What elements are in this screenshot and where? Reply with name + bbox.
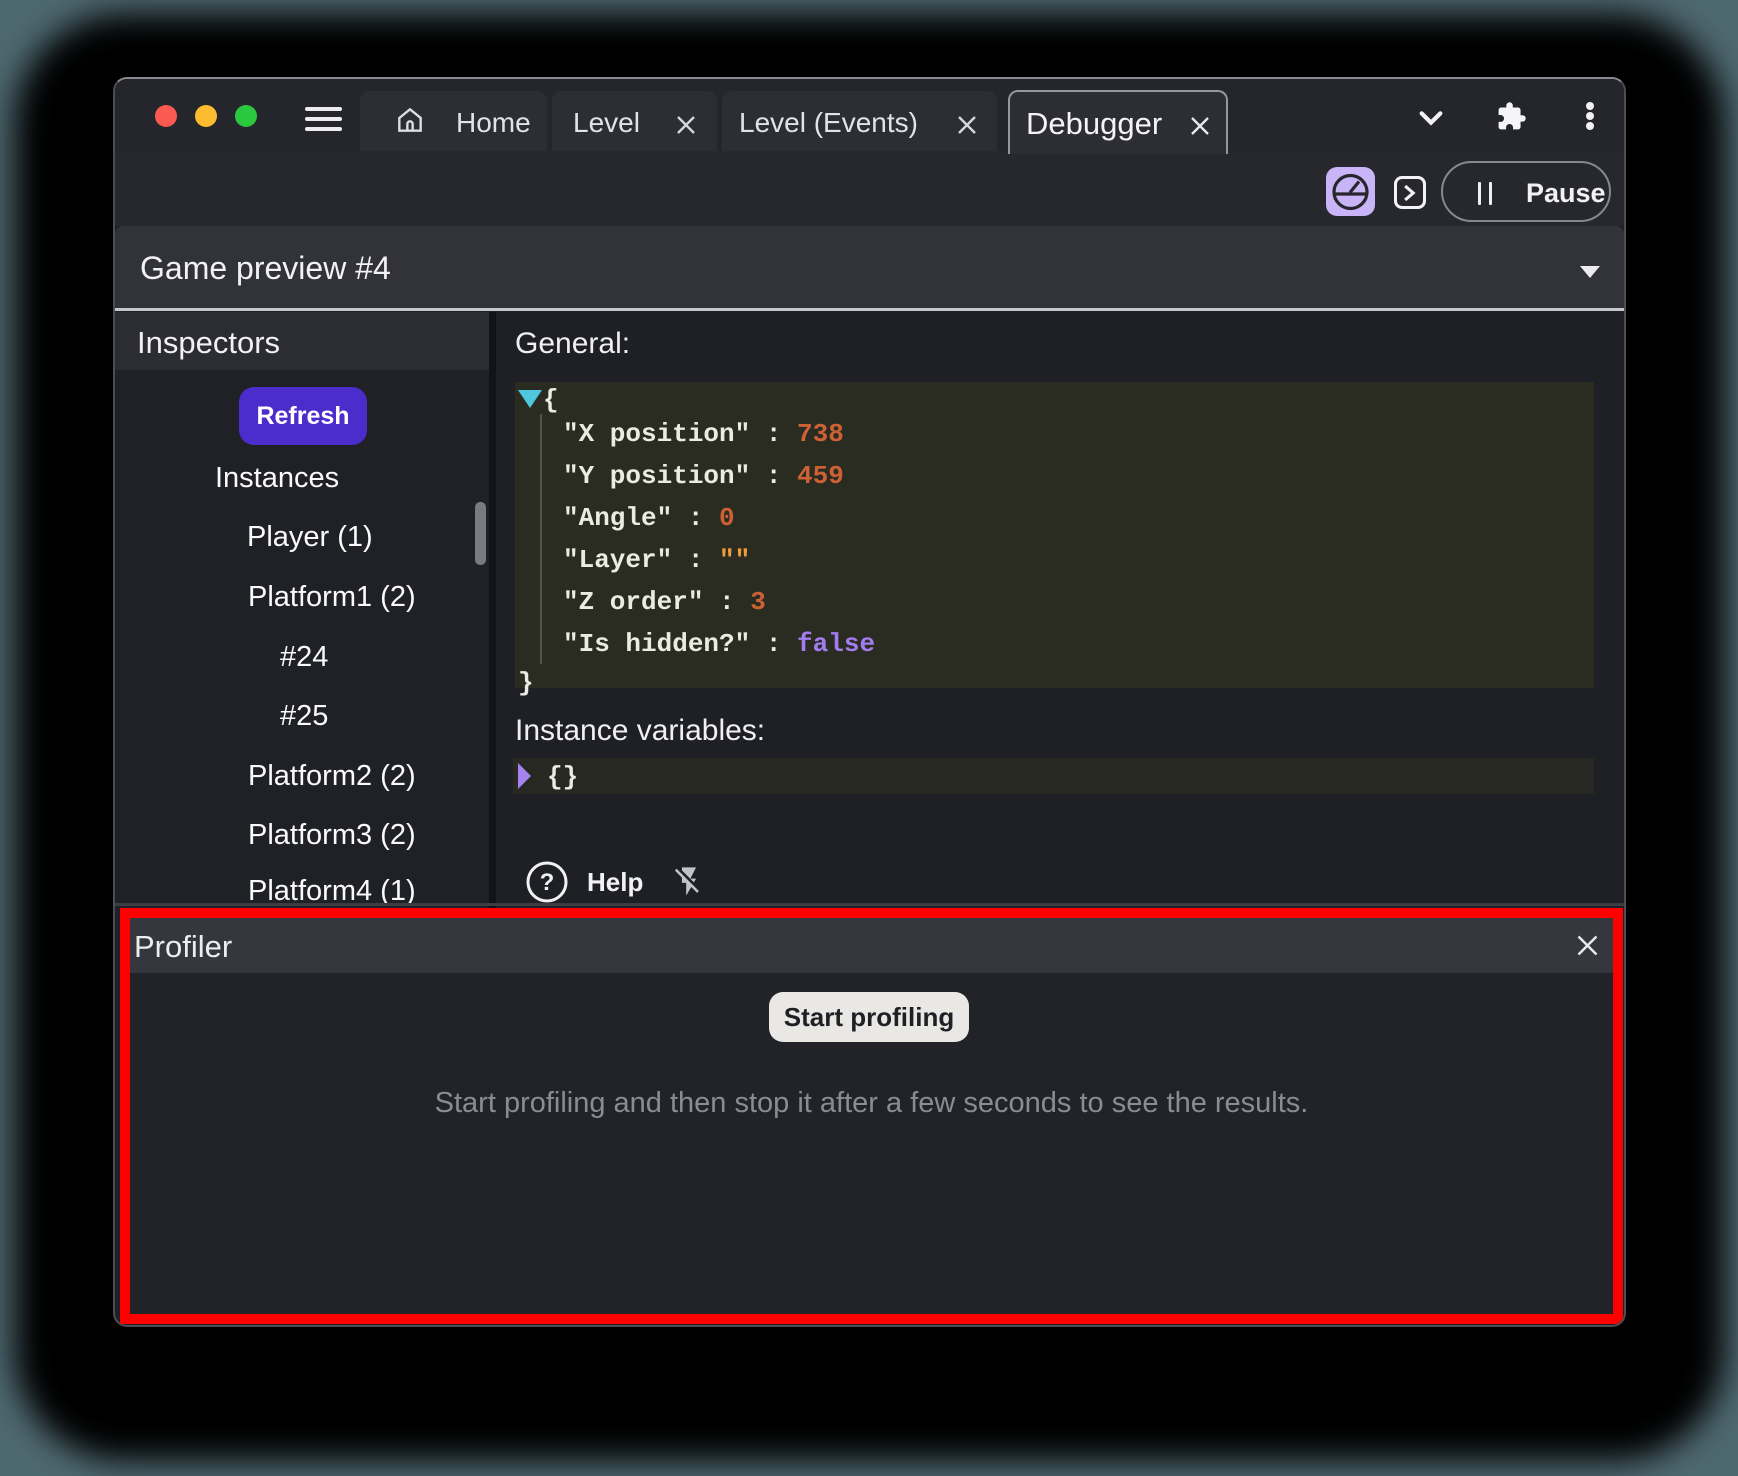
svg-text:?: ? xyxy=(540,869,555,896)
